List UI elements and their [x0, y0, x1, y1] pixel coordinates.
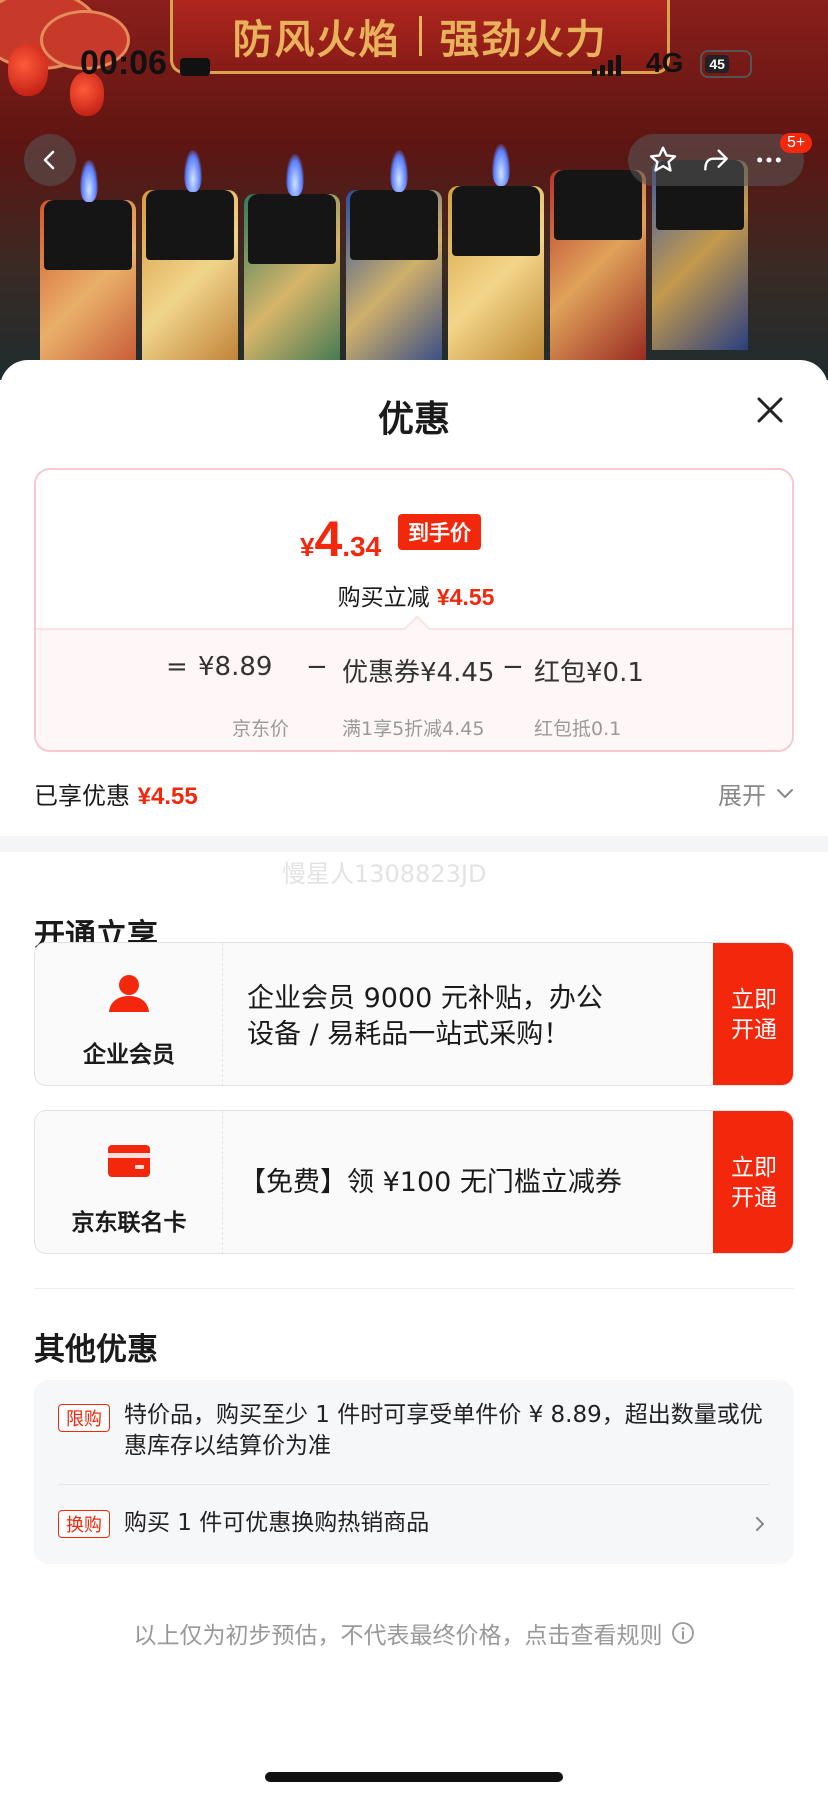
network-type: 4G	[646, 47, 684, 78]
limit-tag: 限购	[58, 1404, 110, 1432]
status-bar: 00:06 4G 45	[0, 40, 828, 90]
signal-icon	[592, 54, 621, 76]
sheet-title: 优惠	[377, 399, 450, 440]
flame-shape	[184, 150, 202, 192]
flame-shape	[286, 154, 304, 196]
flame-shape	[492, 144, 510, 186]
reduction-value: ¥4.55	[436, 584, 495, 610]
reduction-label: 购买立减	[337, 585, 430, 611]
close-icon[interactable]	[752, 392, 788, 428]
promo-text: 企业会员 9000 元补贴，办公设备 / 易耗品一站式采购！	[247, 983, 603, 1050]
chevron-right-icon	[756, 1517, 764, 1531]
promotion-page: 防风火焰 强劲火力 00:06 4G 45 5+ 优惠 ¥ 4 .34 到手价 …	[0, 0, 828, 1801]
flame-shape	[390, 150, 408, 192]
promo-card-enterprise[interactable]: 企业会员 企业会员 9000 元补贴，办公设备 / 易耗品一站式采购！ 立即 开…	[34, 942, 794, 1086]
status-time: 00:06	[80, 44, 167, 82]
price-decimal: .34	[342, 531, 382, 562]
lighter-shape	[142, 190, 238, 380]
lighter-shape	[346, 190, 442, 380]
open-button-line1: 立即	[731, 1155, 777, 1181]
other-promotions-box: 限购 特价品，购买至少 1 件时可享受单件价 ¥ 8.89，超出数量或优惠库存以…	[34, 1380, 794, 1564]
redpacket-label: 红包抵0.1	[534, 718, 622, 740]
enjoyed-discount: 已享优惠 ¥4.55	[34, 776, 198, 811]
nav-actions	[628, 134, 804, 186]
formula-redpacket: 红包¥0.1	[534, 658, 644, 688]
other-section-title: 其他优惠	[34, 1332, 158, 1368]
promotion-sheet: 优惠 ¥ 4 .34 到手价 购买立减 ¥4.55 = ¥8.89 − 优惠券¥…	[0, 360, 828, 1801]
chevron-down-icon	[777, 788, 793, 798]
expand-label: 展开	[718, 782, 766, 810]
price-formula: = ¥8.89 − 优惠券¥4.45 − 红包¥0.1 京东价 满1享5折减4.…	[36, 652, 792, 740]
lighter-shape	[550, 170, 646, 360]
final-price-area: ¥ 4 .34 到手价 购买立减 ¥4.55	[36, 470, 792, 628]
coupon-label: 满1享5折减4.45	[342, 718, 485, 740]
lighter-shape	[40, 200, 136, 380]
sim-icon	[180, 58, 210, 76]
back-button[interactable]	[24, 134, 76, 186]
open-button-line2: 开通	[731, 1185, 777, 1211]
user-icon	[109, 975, 149, 1012]
promo-left: 企业会员	[35, 943, 223, 1085]
enjoyed-label: 已享优惠	[34, 782, 130, 810]
more-icon[interactable]	[753, 144, 785, 176]
home-indicator[interactable]	[265, 1772, 563, 1782]
formula-jd-price: ¥8.89	[198, 652, 273, 682]
final-price: ¥ 4 .34	[300, 510, 381, 568]
price-breakdown-card: ¥ 4 .34 到手价 购买立减 ¥4.55 = ¥8.89 − 优惠券¥4.4…	[34, 468, 794, 752]
section-gap	[0, 836, 828, 852]
lighter-shape	[652, 160, 748, 350]
share-icon[interactable]	[700, 144, 732, 176]
footnote-text: 以上仅为初步预估，不代表最终价格，点击查看规则	[133, 1623, 663, 1649]
open-now-button[interactable]: 立即 开通	[713, 943, 793, 1085]
open-button-line1: 立即	[731, 987, 777, 1013]
star-icon[interactable]	[647, 144, 679, 176]
battery-icon: 45	[700, 50, 752, 78]
price-currency: ¥	[300, 532, 315, 562]
limit-text: 特价品，购买至少 1 件时可享受单件价 ¥ 8.89，超出数量或优惠库存以结算价…	[124, 1402, 763, 1459]
final-price-tag: 到手价	[398, 514, 481, 550]
enjoyed-value: ¥4.55	[137, 783, 198, 810]
formula-coupon: 优惠券¥4.45	[342, 658, 495, 688]
promo-left: 京东联名卡	[35, 1111, 223, 1253]
divider	[34, 1288, 794, 1289]
battery-level: 45	[705, 55, 730, 73]
trade-in-text: 购买 1 件可优惠换购热销商品	[124, 1510, 430, 1536]
formula-minus: −	[502, 652, 524, 682]
open-button-line2: 开通	[731, 1017, 777, 1043]
formula-minus: −	[306, 652, 328, 682]
promo-card-jd-card[interactable]: 京东联名卡 【免费】领 ¥100 无门槛立减券 立即 开通	[34, 1110, 794, 1254]
open-now-button[interactable]: 立即 开通	[713, 1111, 793, 1253]
price-formula-area: = ¥8.89 − 优惠券¥4.45 − 红包¥0.1 京东价 满1享5折减4.…	[36, 628, 792, 750]
chevron-left-icon	[43, 150, 55, 170]
info-icon	[671, 1622, 694, 1644]
lighter-shape	[244, 194, 340, 380]
card-icon	[108, 1145, 150, 1177]
formula-equals: =	[166, 652, 188, 682]
expand-button[interactable]: 展开	[718, 776, 794, 811]
promo-name: 京东联名卡	[71, 1210, 187, 1236]
promo-name: 企业会员	[83, 1042, 175, 1068]
instant-reduction: 购买立减 ¥4.55	[36, 578, 792, 612]
watermark: 慢星人1308823JD	[282, 860, 487, 888]
jd-price-label: 京东价	[232, 718, 290, 740]
price-integer: 4	[314, 511, 343, 567]
promo-text: 【免费】领 ¥100 无门槛立减券	[239, 1167, 622, 1198]
trade-in-tag: 换购	[58, 1510, 110, 1538]
flame-shape	[80, 160, 98, 202]
rules-footnote[interactable]: 以上仅为初步预估，不代表最终价格，点击查看规则	[0, 1616, 828, 1650]
lighter-shape	[448, 186, 544, 376]
item-separator	[58, 1484, 770, 1485]
notification-badge: 5+	[780, 133, 813, 153]
